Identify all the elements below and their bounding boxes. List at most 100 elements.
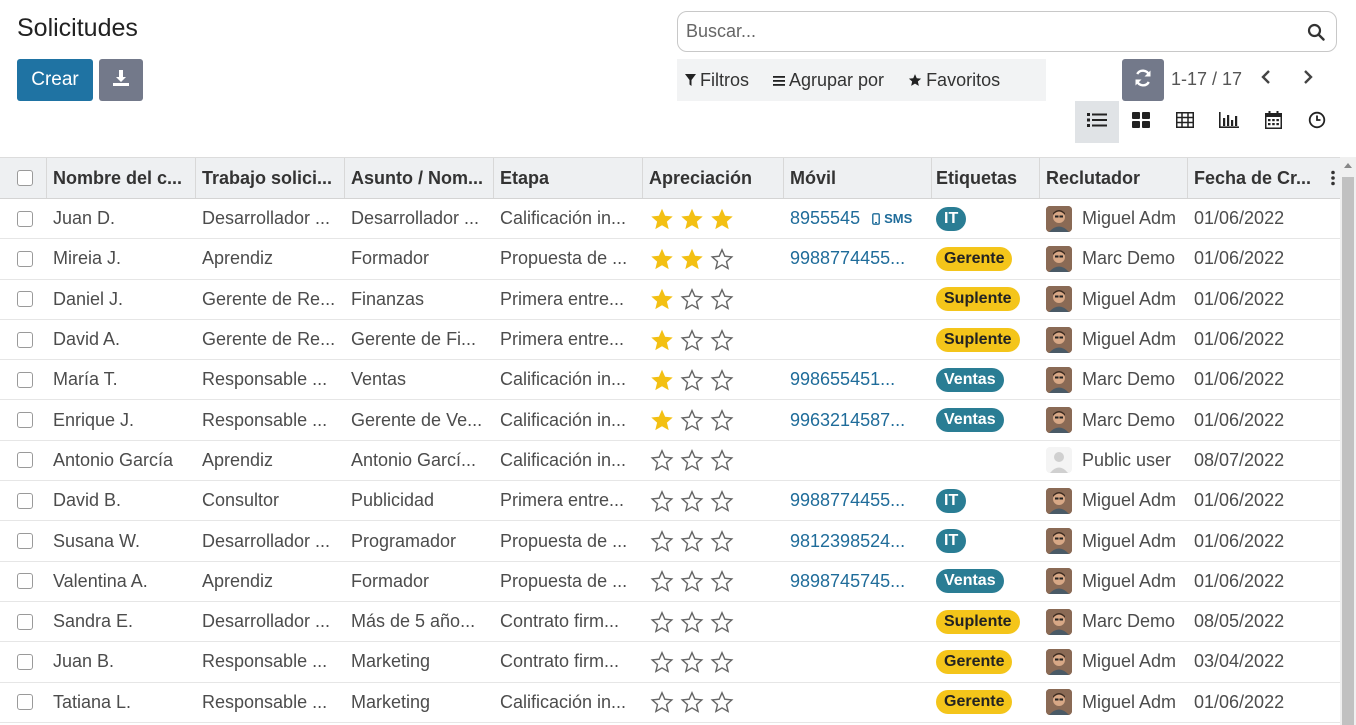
pager-previous-button[interactable] [1254, 68, 1276, 90]
activity-view-button[interactable] [1295, 101, 1339, 143]
row-checkbox[interactable] [17, 613, 33, 630]
mobile-link[interactable]: 8955545 [790, 208, 860, 229]
column-header-tags[interactable]: Etiquetas [932, 158, 1040, 198]
avatar[interactable] [1046, 648, 1072, 675]
mobile-link[interactable]: 9988774455... [790, 248, 905, 269]
avatar[interactable] [1046, 608, 1072, 635]
star-empty-icon[interactable] [709, 528, 735, 554]
star-empty-icon[interactable] [679, 447, 705, 473]
pager-value[interactable]: 1-17 / 17 [1171, 69, 1242, 90]
star-empty-icon[interactable] [679, 609, 705, 635]
avatar[interactable] [1046, 205, 1072, 232]
star-empty-icon[interactable] [679, 407, 705, 433]
avatar[interactable] [1046, 528, 1072, 555]
pager-next-button[interactable] [1298, 68, 1320, 90]
star-empty-icon[interactable] [709, 609, 735, 635]
star-empty-icon[interactable] [679, 367, 705, 393]
select-all-checkbox[interactable] [17, 170, 33, 186]
download-button[interactable] [99, 59, 143, 101]
star-empty-icon[interactable] [709, 447, 735, 473]
avatar[interactable] [1046, 366, 1072, 393]
table-row[interactable]: Enrique J. Responsable ... Gerente de Ve… [0, 400, 1340, 441]
column-header-recruiter[interactable]: Reclutador [1040, 158, 1188, 198]
row-checkbox[interactable] [17, 210, 33, 227]
table-row[interactable]: Sandra E. Desarrollador ... Más de 5 año… [0, 602, 1340, 643]
star-filled-icon[interactable] [679, 206, 705, 232]
column-header-job[interactable]: Trabajo solici... [196, 158, 345, 198]
star-empty-icon[interactable] [709, 649, 735, 675]
star-empty-icon[interactable] [709, 286, 735, 312]
filters-toggle[interactable]: Filtros [685, 70, 749, 91]
star-empty-icon[interactable] [679, 568, 705, 594]
star-empty-icon[interactable] [709, 407, 735, 433]
table-row[interactable]: Susana W. Desarrollador ... Programador … [0, 521, 1340, 562]
column-header-date[interactable]: Fecha de Cr... [1188, 158, 1339, 198]
avatar[interactable] [1046, 326, 1072, 353]
star-empty-icon[interactable] [679, 649, 705, 675]
mobile-link[interactable]: 9963214587... [790, 410, 905, 431]
row-checkbox[interactable] [17, 573, 33, 590]
star-empty-icon[interactable] [709, 689, 735, 715]
table-row[interactable]: David B. Consultor Publicidad Primera en… [0, 481, 1340, 522]
row-checkbox[interactable] [17, 331, 33, 348]
favorites-toggle[interactable]: Favoritos [908, 70, 1000, 91]
row-checkbox[interactable] [17, 653, 33, 670]
star-empty-icon[interactable] [679, 689, 705, 715]
avatar[interactable] [1046, 689, 1072, 716]
vertical-scrollbar[interactable] [1340, 157, 1356, 725]
table-row[interactable]: David A. Gerente de Re... Gerente de Fi.… [0, 320, 1340, 361]
table-row[interactable]: Daniel J. Gerente de Re... Finanzas Prim… [0, 280, 1340, 320]
create-button[interactable]: Crear [17, 59, 93, 101]
star-filled-icon[interactable] [679, 246, 705, 272]
row-checkbox[interactable] [17, 250, 33, 267]
star-empty-icon[interactable] [649, 447, 675, 473]
table-row[interactable]: Valentina A. Aprendiz Formador Propuesta… [0, 562, 1340, 602]
star-empty-icon[interactable] [679, 528, 705, 554]
row-checkbox[interactable] [17, 694, 33, 711]
column-header-stage[interactable]: Etapa [494, 158, 643, 198]
list-view-button[interactable] [1075, 101, 1119, 143]
table-row[interactable]: María T. Responsable ... Ventas Califica… [0, 360, 1340, 401]
scroll-up-arrow-icon[interactable] [1344, 163, 1352, 168]
star-empty-icon[interactable] [649, 568, 675, 594]
star-empty-icon[interactable] [709, 246, 735, 272]
star-empty-icon[interactable] [679, 327, 705, 353]
star-filled-icon[interactable] [649, 206, 675, 232]
row-checkbox[interactable] [17, 492, 33, 509]
row-checkbox[interactable] [17, 371, 33, 388]
star-filled-icon[interactable] [649, 367, 675, 393]
star-empty-icon[interactable] [649, 488, 675, 514]
mobile-link[interactable]: 9988774455... [790, 490, 905, 511]
star-filled-icon[interactable] [649, 327, 675, 353]
column-header-name[interactable]: Nombre del c... [47, 158, 196, 198]
star-empty-icon[interactable] [649, 528, 675, 554]
star-empty-icon[interactable] [649, 649, 675, 675]
table-row[interactable]: Tatiana L. Responsable ... Marketing Cal… [0, 683, 1340, 723]
table-row[interactable]: Juan B. Responsable ... Marketing Contra… [0, 642, 1340, 683]
kanban-view-button[interactable] [1119, 101, 1163, 143]
avatar[interactable] [1046, 447, 1072, 474]
column-options-icon[interactable] [1331, 170, 1335, 191]
star-empty-icon[interactable] [679, 286, 705, 312]
star-filled-icon[interactable] [649, 286, 675, 312]
row-checkbox[interactable] [17, 412, 33, 429]
star-empty-icon[interactable] [649, 689, 675, 715]
row-checkbox[interactable] [17, 452, 33, 469]
group-by-toggle[interactable]: Agrupar por [773, 70, 884, 91]
star-empty-icon[interactable] [709, 568, 735, 594]
star-empty-icon[interactable] [649, 609, 675, 635]
column-header-appreciation[interactable]: Apreciación [643, 158, 784, 198]
star-empty-icon[interactable] [679, 488, 705, 514]
avatar[interactable] [1046, 487, 1072, 514]
calendar-view-button[interactable] [1251, 101, 1295, 143]
pivot-view-button[interactable] [1163, 101, 1207, 143]
star-empty-icon[interactable] [709, 327, 735, 353]
mobile-link[interactable]: 998655451... [790, 369, 895, 390]
graph-view-button[interactable] [1207, 101, 1251, 143]
row-checkbox[interactable] [17, 533, 33, 550]
search-input[interactable] [678, 12, 1296, 51]
table-row[interactable]: Juan D. Desarrollador ... Desarrollador … [0, 199, 1340, 240]
avatar[interactable] [1046, 568, 1072, 595]
refresh-button[interactable] [1122, 59, 1164, 101]
search-icon[interactable] [1296, 23, 1336, 41]
